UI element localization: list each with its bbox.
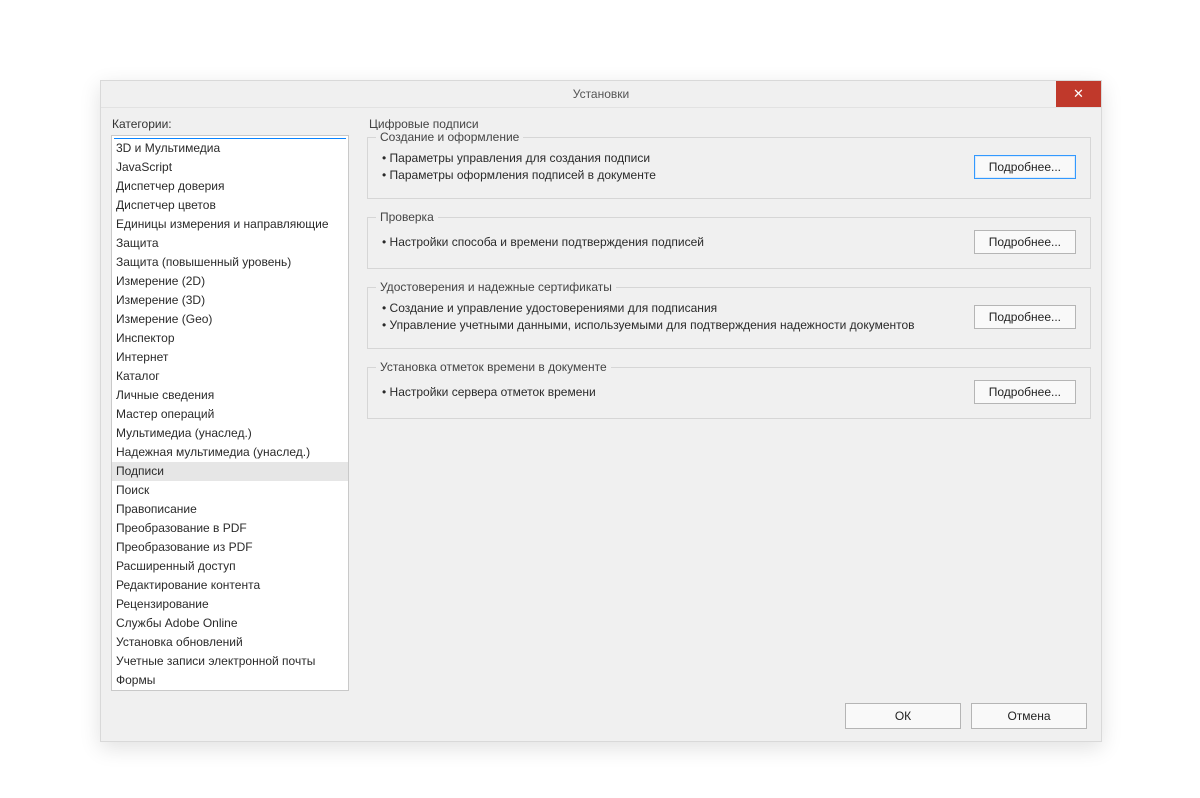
more-button[interactable]: Подробнее...	[974, 380, 1076, 404]
group-title: Удостоверения и надежные сертификаты	[376, 280, 616, 294]
category-item[interactable]: Установка обновлений	[112, 633, 348, 652]
window-body: Категории: 3D и МультимедиаJavaScriptДис…	[111, 117, 1091, 691]
dialog-footer: ОК Отмена	[845, 703, 1087, 729]
group-bullets: Настройки способа и времени подтверждени…	[382, 234, 974, 251]
more-button[interactable]: Подробнее...	[974, 230, 1076, 254]
group-title: Создание и оформление	[376, 130, 523, 144]
settings-group: Удостоверения и надежные сертификатыСозд…	[367, 287, 1091, 349]
sidebar: Категории: 3D и МультимедиаJavaScriptДис…	[111, 117, 349, 691]
category-item[interactable]: Мультимедиа (унаслед.)	[112, 424, 348, 443]
category-item[interactable]: Преобразование из PDF	[112, 538, 348, 557]
category-item[interactable]: Защита	[112, 234, 348, 253]
category-item[interactable]: Защита (повышенный уровень)	[112, 253, 348, 272]
category-item[interactable]: JavaScript	[112, 158, 348, 177]
category-item[interactable]: 3D и Мультимедиа	[112, 139, 348, 158]
group-bullets: Параметры управления для создания подпис…	[382, 150, 974, 184]
category-item[interactable]: Инспектор	[112, 329, 348, 348]
category-item[interactable]: Службы Adobe Online	[112, 614, 348, 633]
category-item[interactable]: Диспетчер доверия	[112, 177, 348, 196]
category-item[interactable]: Правописание	[112, 500, 348, 519]
category-item[interactable]: Измерение (2D)	[112, 272, 348, 291]
group-title: Проверка	[376, 210, 438, 224]
settings-group: ПроверкаНастройки способа и времени подт…	[367, 217, 1091, 269]
category-item[interactable]: Диспетчер цветов	[112, 196, 348, 215]
category-item[interactable]: Чтение	[112, 690, 348, 691]
settings-group: Установка отметок времени в документеНас…	[367, 367, 1091, 419]
category-item[interactable]: Поиск	[112, 481, 348, 500]
bullet-item: Управление учетными данными, используемы…	[382, 317, 974, 334]
bullet-item: Параметры управления для создания подпис…	[382, 150, 974, 167]
close-icon: ✕	[1073, 81, 1084, 107]
category-item[interactable]: Мастер операций	[112, 405, 348, 424]
bullet-item: Настройки способа и времени подтверждени…	[382, 234, 974, 251]
settings-group: Создание и оформлениеПараметры управлени…	[367, 137, 1091, 199]
sidebar-label: Категории:	[111, 117, 349, 131]
group-body: Настройки способа и времени подтверждени…	[382, 230, 1076, 254]
more-button[interactable]: Подробнее...	[974, 305, 1076, 329]
category-item[interactable]: Надежная мультимедиа (унаслед.)	[112, 443, 348, 462]
category-item[interactable]: Расширенный доступ	[112, 557, 348, 576]
category-item[interactable]: Преобразование в PDF	[112, 519, 348, 538]
group-bullets: Создание и управление удостоверениями дл…	[382, 300, 974, 334]
window-title: Установки	[573, 87, 629, 101]
category-item[interactable]: Интернет	[112, 348, 348, 367]
close-button[interactable]: ✕	[1056, 81, 1101, 107]
category-item[interactable]: Единицы измерения и направляющие	[112, 215, 348, 234]
preferences-window: Установки ✕ Категории: 3D и МультимедиаJ…	[100, 80, 1102, 742]
groups-container: Создание и оформлениеПараметры управлени…	[367, 137, 1091, 437]
category-item[interactable]: Подписи	[112, 462, 348, 481]
category-item[interactable]: Редактирование контента	[112, 576, 348, 595]
group-body: Параметры управления для создания подпис…	[382, 150, 1076, 184]
bullet-item: Настройки сервера отметок времени	[382, 384, 974, 401]
category-item[interactable]: Каталог	[112, 367, 348, 386]
category-item[interactable]: Измерение (3D)	[112, 291, 348, 310]
category-item[interactable]: Измерение (Geo)	[112, 310, 348, 329]
content-pane: Цифровые подписи Создание и оформлениеПа…	[349, 117, 1091, 691]
group-title: Установка отметок времени в документе	[376, 360, 611, 374]
bullet-item: Параметры оформления подписей в документ…	[382, 167, 974, 184]
category-item[interactable]: Личные сведения	[112, 386, 348, 405]
categories-listbox[interactable]: 3D и МультимедиаJavaScriptДиспетчер дове…	[111, 135, 349, 691]
group-body: Настройки сервера отметок времениПодробн…	[382, 380, 1076, 404]
category-item[interactable]: Формы	[112, 671, 348, 690]
content-heading: Цифровые подписи	[369, 117, 1091, 131]
category-item[interactable]: Рецензирование	[112, 595, 348, 614]
titlebar: Установки ✕	[101, 81, 1101, 108]
more-button[interactable]: Подробнее...	[974, 155, 1076, 179]
ok-button[interactable]: ОК	[845, 703, 961, 729]
group-bullets: Настройки сервера отметок времени	[382, 384, 974, 401]
cancel-button[interactable]: Отмена	[971, 703, 1087, 729]
category-item[interactable]: Учетные записи электронной почты	[112, 652, 348, 671]
group-body: Создание и управление удостоверениями дл…	[382, 300, 1076, 334]
bullet-item: Создание и управление удостоверениями дл…	[382, 300, 974, 317]
